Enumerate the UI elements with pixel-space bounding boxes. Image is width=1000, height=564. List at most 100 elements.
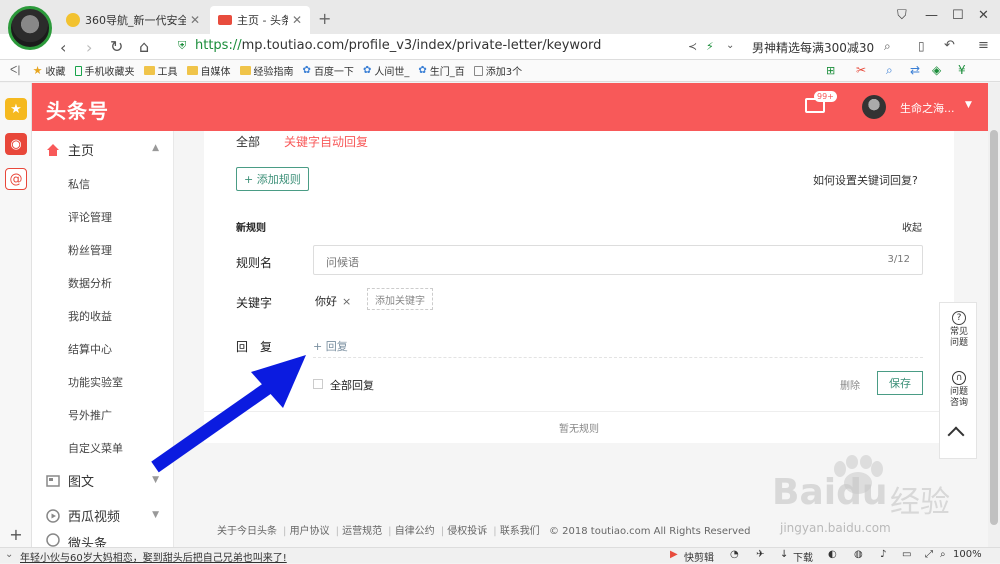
download-icon[interactable]: ↓ xyxy=(780,549,788,560)
yen-icon[interactable]: ¥ xyxy=(958,63,966,77)
add-reply-button[interactable]: + 回复 xyxy=(313,338,348,354)
nav-item-settlement[interactable]: 结算中心 xyxy=(68,341,112,357)
menu-icon[interactable]: ≡ xyxy=(978,38,989,53)
bookmark-media[interactable]: 自媒体 xyxy=(186,63,231,78)
nav-micro-post[interactable]: 微头条 xyxy=(46,533,107,547)
nav-item-fans[interactable]: 粉丝管理 xyxy=(68,242,112,258)
close-tab-icon[interactable]: ✕ xyxy=(292,13,302,27)
rule-name-input[interactable]: 问候语 3/12 xyxy=(313,245,923,275)
tab-360-nav[interactable]: 360导航_新一代安全上网导 ✕ xyxy=(58,6,208,34)
game-icon[interactable]: ◈ xyxy=(932,63,941,77)
footer-link-convention[interactable]: 自律公约 xyxy=(395,526,435,537)
zoom-level[interactable]: 100% xyxy=(953,549,982,560)
weibo-icon[interactable]: ◉ xyxy=(5,133,27,155)
chevron-down-icon[interactable]: ▼ xyxy=(152,510,159,520)
nav-item-comments[interactable]: 评论管理 xyxy=(68,209,112,225)
back-icon[interactable]: ‹ xyxy=(60,38,66,57)
how-to-link[interactable]: 如何设置关键词回复? xyxy=(813,172,918,188)
bookmark-add-more[interactable]: 添加3个 xyxy=(473,63,522,78)
search-icon[interactable]: ⌕ xyxy=(884,39,891,54)
collapse-link[interactable]: 收起 xyxy=(902,219,922,234)
nav-item-lab[interactable]: 功能实验室 xyxy=(68,374,123,390)
chevron-down-icon[interactable]: ⌄ xyxy=(726,40,734,51)
consult-button[interactable]: ∩ 问题咨询 xyxy=(940,371,978,409)
back-to-top-icon[interactable] xyxy=(947,426,965,444)
nav-item-custom-menu[interactable]: 自定义菜单 xyxy=(68,440,123,456)
footer-link-contact[interactable]: 联系我们 xyxy=(500,526,540,537)
faq-button[interactable]: ? 常见问题 xyxy=(940,311,978,349)
all-reply-checkbox[interactable] xyxy=(313,379,323,389)
nav-item-private-letter[interactable]: 私信 xyxy=(68,176,90,192)
tab-toutiao-home[interactable]: 主页 - 头条号 ✕ xyxy=(210,6,310,34)
favorites-star-icon[interactable]: ★ xyxy=(5,98,27,120)
news-ticker-link[interactable]: 年轻小伙与60岁大妈相恋，娶到甜头后把自己兄弟也叫来了! xyxy=(20,549,287,564)
tab-all[interactable]: 全部 xyxy=(236,133,260,150)
extension-icon[interactable]: ⊞ xyxy=(826,64,835,77)
shield-icon[interactable]: ⛨ xyxy=(178,39,186,53)
refresh-icon[interactable]: ↻ xyxy=(110,37,123,56)
pin-icon[interactable]: ✈ xyxy=(756,549,764,560)
bookmark-renjian[interactable]: ✿ 人间世_ xyxy=(363,63,409,78)
footer-link-agreement[interactable]: 用户协议 xyxy=(290,526,330,537)
download-label[interactable]: 下载 xyxy=(793,549,813,564)
footer-link-rules[interactable]: 运营规范 xyxy=(342,526,382,537)
save-button[interactable]: 保存 xyxy=(877,371,923,395)
palette-icon[interactable]: ◍ xyxy=(854,549,863,560)
footer-link-about[interactable]: 关于今日头条 xyxy=(217,526,277,537)
nav-item-analytics[interactable]: 数据分析 xyxy=(68,275,112,291)
sidebar-toggle-icon[interactable]: ▭ xyxy=(902,549,911,560)
toutiao-logo[interactable]: 头条号 xyxy=(46,95,109,124)
share-icon[interactable]: ≺ xyxy=(688,40,697,53)
quick-clip-icon[interactable]: ▶ xyxy=(670,549,678,560)
bookmark-guide[interactable]: 经验指南 xyxy=(239,63,294,78)
add-icon[interactable]: + xyxy=(5,523,27,545)
nav-video[interactable]: 西瓜视频 xyxy=(46,506,120,525)
remove-keyword-icon[interactable]: × xyxy=(342,295,351,308)
nav-item-earnings[interactable]: 我的收益 xyxy=(68,308,112,324)
chevron-up-icon[interactable]: ▲ xyxy=(152,143,159,153)
bookmark-tools[interactable]: 工具 xyxy=(143,63,178,78)
volume-icon[interactable]: ♪ xyxy=(880,549,886,560)
bookmark-shengmen[interactable]: ✿ 生门_百 xyxy=(418,63,464,78)
quick-clip-label[interactable]: 快剪辑 xyxy=(684,549,714,564)
collapse-sidebar-icon[interactable]: ᐸ| xyxy=(10,65,21,76)
footer-link-complaint[interactable]: 侵权投诉 xyxy=(447,526,487,537)
shirt-icon[interactable]: ⛉ xyxy=(897,8,907,23)
new-tab-button[interactable]: + xyxy=(318,9,331,28)
lightning-icon[interactable]: ⚡ xyxy=(706,40,714,53)
browser-profile-avatar[interactable] xyxy=(8,6,52,50)
forward-icon[interactable]: › xyxy=(86,38,92,57)
url-field[interactable]: https://mp.toutiao.com/profile_v3/index/… xyxy=(195,38,601,53)
chevron-down-icon[interactable]: ⌄ xyxy=(5,549,13,560)
scissors-icon[interactable]: ✂ xyxy=(856,63,866,77)
zoom-search-icon[interactable]: ⌕ xyxy=(940,549,946,560)
tab-keyword-auto-reply[interactable]: 关键字自动回复 xyxy=(284,133,368,150)
close-tab-icon[interactable]: ✕ xyxy=(190,13,200,27)
close-window-icon[interactable]: ✕ xyxy=(978,8,989,23)
all-reply-label[interactable]: 全部回复 xyxy=(330,377,374,393)
add-keyword-input[interactable]: 添加关键字 xyxy=(367,288,433,310)
speed-icon[interactable]: ◔ xyxy=(730,549,739,560)
chevron-down-icon[interactable]: ▼ xyxy=(152,475,159,485)
bookmark-mobile[interactable]: 手机收藏夹 xyxy=(74,63,135,78)
undo-icon[interactable]: ↶ xyxy=(944,38,955,53)
theme-icon[interactable]: ◐ xyxy=(828,549,837,560)
translate-icon[interactable]: ⇄ xyxy=(910,63,920,77)
bookmark-favorites[interactable]: ★ 收藏 xyxy=(33,63,66,78)
search-promo-text[interactable]: 男神精选每满300减30 xyxy=(752,39,874,56)
phone-icon[interactable]: ▯ xyxy=(918,39,925,53)
resize-icon[interactable]: ⤢ xyxy=(925,549,933,560)
mail-at-icon[interactable]: @ xyxy=(5,168,27,190)
minimize-window-icon[interactable]: — xyxy=(925,8,938,23)
scrollbar-thumb[interactable] xyxy=(990,130,998,525)
user-name[interactable]: 生命之海... xyxy=(900,100,955,116)
delete-button[interactable]: 删除 xyxy=(840,377,860,392)
nav-graphic[interactable]: 图文 xyxy=(46,471,94,490)
bookmark-baidu[interactable]: ✿ 百度一下 xyxy=(303,63,354,78)
maximize-window-icon[interactable]: ☐ xyxy=(952,8,964,23)
search-extension-icon[interactable]: ⌕ xyxy=(886,63,893,78)
home-icon[interactable]: ⌂ xyxy=(139,37,149,56)
nav-item-promotion[interactable]: 号外推广 xyxy=(68,407,112,423)
nav-home[interactable]: 主页 xyxy=(46,140,94,159)
add-rule-button[interactable]: + 添加规则 xyxy=(236,167,309,191)
